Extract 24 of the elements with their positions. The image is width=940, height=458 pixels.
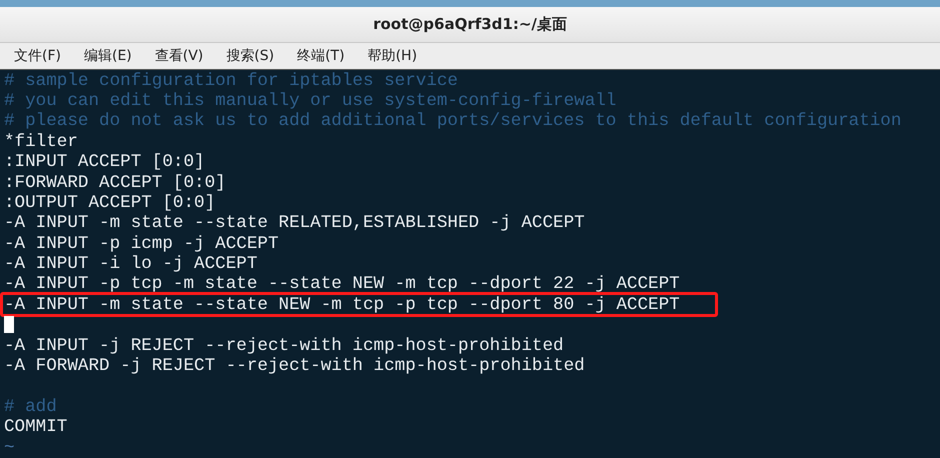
- config-line: :FORWARD ACCEPT [0:0]: [4, 172, 226, 193]
- config-line: *filter: [4, 132, 78, 152]
- window-title: root@p6aQrf3d1:~/桌面: [373, 14, 567, 34]
- comment-line: # sample configuration for iptables service: [4, 70, 458, 91]
- config-line: -A INPUT -m state --state NEW -m tcp -p tcp --dport 80 -j ACCEPT: [4, 294, 680, 315]
- config-line: -A INPUT -m state --state RELATED,ESTABLISHED -j ACCEPT: [4, 213, 585, 234]
- config-line: -A FORWARD -j REJECT --reject-with icmp-host-prohibited: [4, 356, 585, 376]
- comment-line: # you can edit this manually or use system-config-firewall: [4, 90, 616, 111]
- config-line: :OUTPUT ACCEPT [0:0]: [4, 192, 216, 213]
- menu-item[interactable]: 编辑(E): [84, 46, 132, 65]
- menu-item[interactable]: 查看(V): [154, 46, 204, 65]
- config-line: :INPUT ACCEPT [0:0]: [4, 152, 205, 172]
- comment-line: # please do not ask us to add additional ports/services to this default configuration: [4, 111, 902, 132]
- menu-item[interactable]: 搜索(S): [226, 46, 274, 65]
- comment-line: # add: [4, 396, 57, 417]
- config-line: -A INPUT -p icmp -j ACCEPT: [4, 234, 279, 254]
- config-line: -A INPUT -i lo -j ACCEPT: [4, 254, 258, 274]
- config-line: -A INPUT -p tcp -m state --state NEW -m tcp --dport 22 -j ACCEPT: [4, 274, 680, 294]
- config-line: COMMIT: [4, 417, 68, 438]
- menu-item[interactable]: 终端(T): [297, 46, 345, 65]
- empty-line-marker: ~: [4, 438, 15, 458]
- menu-item[interactable]: 文件(F): [14, 46, 61, 65]
- menu-item[interactable]: 帮助(H): [368, 46, 418, 65]
- config-line: -A INPUT -j REJECT --reject-with icmp-host-prohibited: [4, 336, 564, 356]
